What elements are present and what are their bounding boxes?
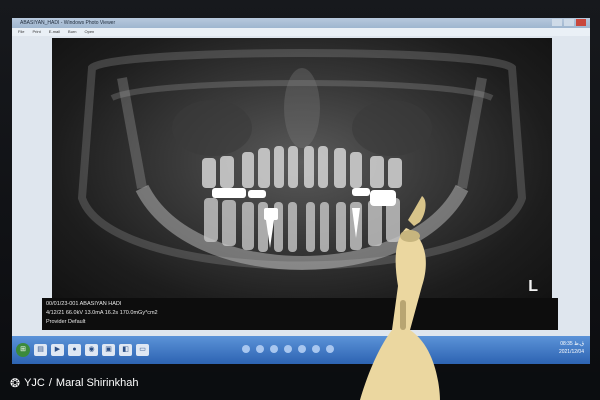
photo-credit: ❂ YJC / Maral Shirinkhah: [10, 376, 138, 390]
agency-logo-icon: ❂: [10, 376, 21, 390]
intraoral-camera-wand: [360, 196, 440, 400]
credit-agency: YJC: [24, 377, 45, 389]
credit-photographer: Maral Shirinkhah: [55, 377, 139, 389]
credit-separator: /: [48, 377, 52, 389]
